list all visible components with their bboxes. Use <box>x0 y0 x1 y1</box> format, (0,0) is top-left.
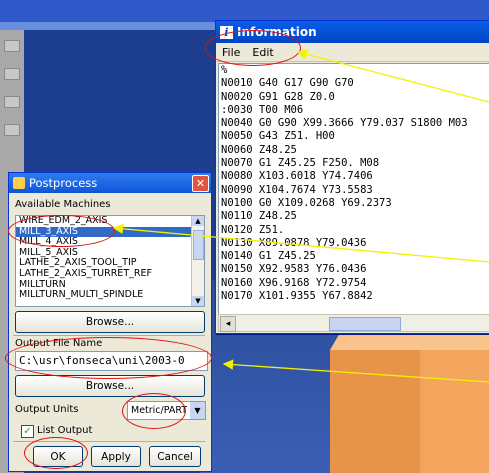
arrow-to-menubar <box>296 49 489 103</box>
annotation-arrows <box>112 49 489 383</box>
arrow-to-output-file <box>222 359 489 383</box>
arrow-to-machine <box>112 223 489 263</box>
